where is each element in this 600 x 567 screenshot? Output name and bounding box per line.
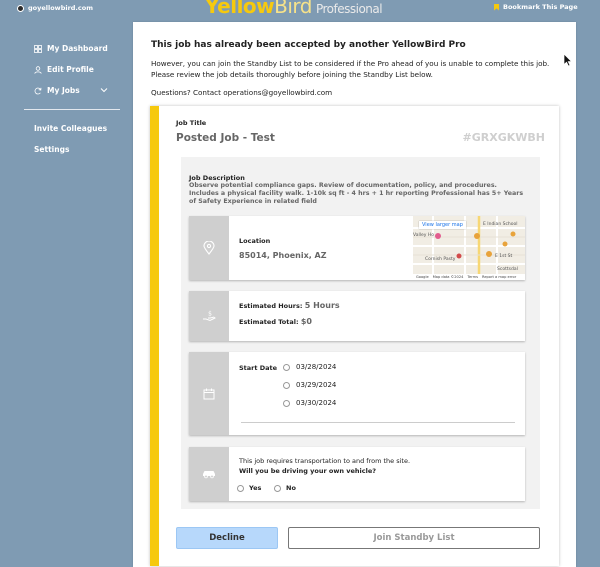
no-option[interactable]: No: [274, 484, 296, 492]
date-option-label: 03/30/2024: [296, 399, 337, 407]
transport-text: This job requires transportation to and …: [239, 457, 411, 465]
user-icon: [34, 65, 42, 74]
refresh-icon: [34, 87, 42, 95]
no-label: No: [286, 484, 296, 492]
map-footer-item[interactable]: Terms: [467, 275, 478, 279]
calendar-icon: [189, 352, 229, 435]
site-name: goyellowbird.com: [28, 4, 93, 12]
sidebar-item-label: Settings: [34, 145, 70, 154]
job-details: Job Description Observe potential compli…: [181, 157, 540, 509]
sidebar-item-my-jobs[interactable]: My Jobs: [0, 80, 130, 101]
date-option-label: 03/28/2024: [296, 363, 337, 371]
car-icon: [189, 447, 229, 501]
brand-thin: Bird: [274, 0, 312, 18]
sidebar: My Dashboard Edit Profile My Jobs Invite…: [0, 38, 130, 160]
site-link[interactable]: goyellowbird.com: [17, 4, 93, 12]
date-option[interactable]: 03/30/2024: [283, 399, 336, 407]
radio-button[interactable]: [283, 399, 290, 407]
site-logo-icon: [17, 4, 24, 12]
start-date-card: Start Date 03/28/2024 03/29/2024 03/30/2…: [189, 352, 525, 435]
radio-button[interactable]: [283, 363, 290, 371]
transport-card: This job requires transportation to and …: [189, 447, 525, 501]
date-option[interactable]: 03/28/2024: [283, 363, 336, 371]
estimated-total: Estimated Total: $0: [239, 317, 312, 326]
bookmark-label: Bookmark This Page: [503, 3, 578, 11]
yes-option[interactable]: Yes: [237, 484, 261, 492]
transport-question: Will you be driving your own vehicle?: [239, 467, 377, 475]
yes-label: Yes: [249, 484, 262, 492]
location-pin-icon: [189, 216, 229, 280]
view-larger-map-link[interactable]: View larger map: [419, 221, 466, 229]
sidebar-item-label: Edit Profile: [47, 65, 94, 74]
description-text: Observe potential compliance gaps. Revie…: [189, 182, 524, 205]
estimate-card: $ Estimated Hours: 5 Hours Estimated Tot…: [189, 291, 525, 341]
map-footer: Google Map data ©2024 Terms Report a map…: [413, 274, 525, 280]
sidebar-item-label: Invite Colleagues: [34, 124, 108, 133]
notice-body: However, you can join the Standby List t…: [151, 59, 550, 79]
map-label: E Indian School: [483, 222, 518, 227]
sidebar-item-dashboard[interactable]: My Dashboard: [0, 38, 130, 59]
total-label: Estimated Total:: [239, 318, 299, 326]
dashboard-icon: [34, 44, 42, 53]
radio-button[interactable]: [237, 484, 244, 492]
date-option-label: 03/29/2024: [296, 381, 337, 389]
estimated-hours: Estimated Hours: 5 Hours: [239, 301, 340, 310]
main-panel: This job has already been accepted by an…: [133, 22, 576, 567]
date-option[interactable]: 03/29/2024: [283, 381, 336, 389]
notice-contact: Questions? Contact operations@goyellowbi…: [151, 88, 333, 97]
join-standby-button[interactable]: Join Standby List: [288, 527, 540, 549]
start-date-label: Start Date: [239, 364, 278, 372]
job-title-label: Job Title: [176, 119, 207, 127]
brand-main: Yellow: [205, 0, 275, 18]
notice-title: This job has already been accepted by an…: [151, 40, 466, 50]
total-value: $0: [300, 317, 312, 326]
decline-button[interactable]: Decline: [176, 527, 278, 549]
map-label: Valley Ho: [413, 233, 434, 238]
hours-label: Estimated Hours:: [239, 302, 303, 310]
description-label: Job Description: [189, 174, 245, 182]
map-footer-item: Map data ©2024: [432, 275, 464, 279]
sidebar-item-settings[interactable]: Settings: [0, 139, 130, 160]
sidebar-item-label: My Dashboard: [47, 44, 108, 53]
bookmark-icon: [494, 3, 499, 11]
map-label: Cornish Pasty: [425, 257, 456, 262]
hours-value: 5 Hours: [304, 301, 340, 310]
hand-money-icon: $: [189, 291, 229, 341]
location-label: Location: [239, 237, 271, 245]
brand-suffix: Professional: [315, 2, 383, 16]
date-divider: [241, 422, 515, 423]
map-label: E 1st St: [495, 254, 513, 259]
job-code: #GRXGKWBH: [462, 131, 545, 144]
map-footer-item[interactable]: Report a map error: [482, 275, 516, 279]
location-value: 85014, Phoenix, AZ: [239, 251, 327, 260]
top-bar: goyellowbird.com YellowBird Professional …: [0, 0, 600, 18]
brand-logo: YellowBird Professional: [205, 0, 383, 18]
sidebar-divider: [24, 109, 120, 110]
svg-text:$: $: [208, 311, 212, 318]
location-card: Location 85014, Phoenix, AZ View larger …: [189, 216, 525, 280]
radio-button[interactable]: [283, 381, 290, 389]
sidebar-item-label: My Jobs: [47, 86, 80, 95]
job-title: Posted Job - Test: [176, 132, 275, 144]
map-label: Scottsdal: [497, 267, 518, 272]
radio-button[interactable]: [274, 484, 281, 492]
card-accent: [150, 106, 159, 566]
map-footer-item: Google: [416, 275, 429, 279]
sidebar-item-edit-profile[interactable]: Edit Profile: [0, 59, 130, 80]
sidebar-item-invite[interactable]: Invite Colleagues: [0, 118, 130, 139]
job-card: Job Title Posted Job - Test #GRXGKWBH Jo…: [150, 106, 559, 566]
bookmark-link[interactable]: Bookmark This Page: [494, 3, 578, 11]
location-map[interactable]: View larger map E Indian School Cornish …: [413, 216, 525, 280]
chevron-down-icon[interactable]: [100, 86, 108, 95]
mouse-cursor-icon: [563, 53, 573, 67]
